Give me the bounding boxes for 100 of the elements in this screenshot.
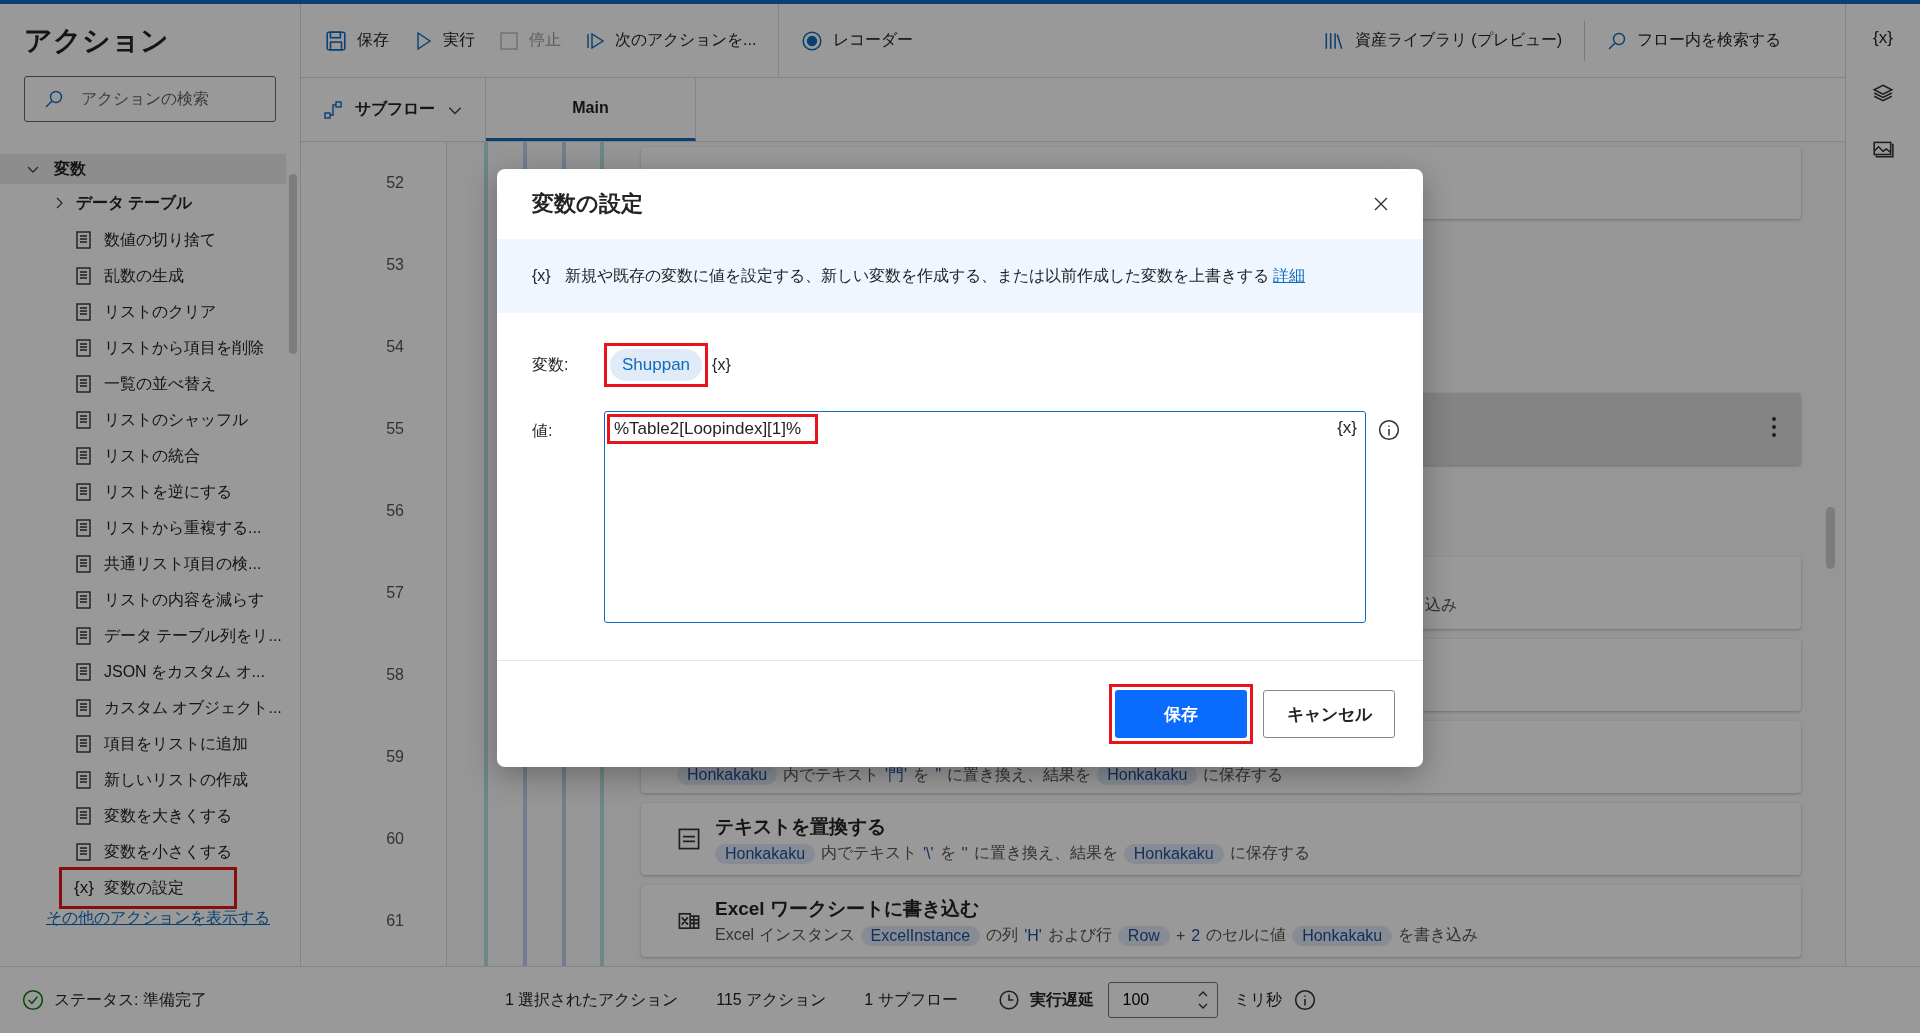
literal-text: '門'	[885, 764, 908, 785]
list-icon	[74, 410, 94, 430]
literal-text: ''	[935, 766, 942, 784]
action-item[interactable]: リストから重複する...	[0, 510, 300, 546]
action-card[interactable]: Excel ワークシートに書き込む Excel インスタンス ExcelInstance の列 'H' および行 Row + 2 のセルに値 Honkakaku を書き込み	[641, 885, 1801, 957]
toolbar-button[interactable]: 次のアクションを...	[573, 30, 769, 51]
description-text: に保存する	[1229, 843, 1310, 863]
panel-title: アクション	[23, 24, 170, 58]
search-icon	[1607, 30, 1627, 51]
description-text: を	[939, 843, 956, 863]
action-item[interactable]: 変数を小さくする	[0, 834, 300, 870]
line-number: 61	[386, 912, 404, 930]
search-icon	[44, 89, 64, 109]
save-button[interactable]: 保存	[1115, 690, 1247, 738]
list-icon	[74, 734, 94, 754]
scrollbar-thumb[interactable]	[289, 174, 297, 354]
flow-tab[interactable]: Main	[486, 78, 696, 141]
variables-button[interactable]: {x}	[1873, 28, 1893, 48]
action-item[interactable]: リストの内容を減らす	[0, 582, 300, 618]
variable-picker[interactable]: {x}	[1337, 418, 1357, 438]
save-icon[interactable]	[325, 29, 347, 52]
info-icon[interactable]	[1293, 989, 1316, 1011]
info-icon[interactable]	[1378, 419, 1400, 441]
line-number: 54	[386, 338, 404, 356]
record-icon[interactable]	[801, 29, 824, 52]
action-item[interactable]: カスタム オブジェクト...	[0, 690, 300, 726]
list-icon	[74, 698, 94, 718]
field-value: %Table2[Loopindex][1]%	[613, 418, 803, 440]
action-item[interactable]: 一覧の並べ替え	[0, 366, 300, 402]
scrollbar-thumb[interactable]	[1826, 507, 1835, 569]
action-title: Excel ワークシートに書き込む	[715, 897, 980, 921]
action-item[interactable]: 項目をリストに追加	[0, 726, 300, 762]
list-icon	[74, 302, 94, 322]
list-icon	[74, 770, 94, 790]
toolbar-button[interactable]: 保存	[313, 29, 401, 52]
variable-picker[interactable]: {x}	[712, 356, 731, 374]
layers-icon[interactable]	[1872, 82, 1894, 104]
delay-label: 実行遅延	[1029, 989, 1094, 1010]
subflow-icon	[323, 99, 343, 120]
variable-token: Honkakaku	[1123, 843, 1224, 864]
description-text: に保存する	[1203, 764, 1284, 785]
literal-text: 'H'	[1024, 926, 1042, 945]
line-number: 52	[386, 174, 404, 192]
action-item[interactable]: 共通リスト項目の検...	[0, 546, 300, 582]
action-item[interactable]: リストを逆にする	[0, 474, 300, 510]
more-actions-link[interactable]: その他のアクションを表示する	[46, 908, 300, 929]
description-text: を	[913, 764, 930, 785]
action-item[interactable]: 新しいリストの作成	[0, 762, 300, 798]
variable-glyph: {x}	[74, 878, 94, 898]
description-text: に置き換え、結果を	[947, 764, 1092, 785]
line-number: 58	[386, 666, 404, 684]
literal-text: '\'	[923, 844, 934, 863]
variable-token: ExcelInstance	[860, 925, 981, 946]
description-text: Excel インスタンス	[715, 925, 855, 945]
field-label: 値:	[532, 421, 554, 441]
toolbar-button[interactable]: レコーダー	[789, 29, 926, 52]
tree-group[interactable]: 変数	[0, 154, 286, 184]
list-icon	[74, 482, 94, 502]
description-text: 内でテキスト	[821, 843, 918, 863]
status-text: ステータス: 準備完了	[54, 989, 207, 1010]
description-text: の列	[986, 925, 1019, 945]
action-item[interactable]: データ テーブル列をリ...	[0, 618, 300, 654]
description-text: 内でテキスト	[783, 764, 880, 785]
value-field[interactable]: %Table2[Loopindex][1]% {x}	[604, 411, 1366, 623]
count-text: 1 サブフロー	[864, 989, 958, 1010]
action-item[interactable]: リストのシャッフル	[0, 402, 300, 438]
action-item[interactable]: リストの統合	[0, 438, 300, 474]
action-card[interactable]: テキストを置換する Honkakaku 内でテキスト '\' を '' に置き換え、結果を Honkakaku に保存する	[641, 803, 1801, 875]
toolbar-button[interactable]: 実行	[401, 30, 487, 51]
list-icon	[74, 230, 94, 250]
cancel-button[interactable]: キャンセル	[1263, 690, 1395, 738]
delay-field[interactable]: 100	[1107, 982, 1218, 1018]
variable-token: Row	[1117, 925, 1170, 946]
list-icon	[74, 662, 94, 682]
toolbar-button[interactable]: フロー内を検索する	[1595, 30, 1845, 51]
line-number: 53	[386, 256, 404, 274]
dialog-title: 変数の設定	[532, 190, 643, 218]
info-text: 新規や既存の変数に値を設定する、新しい変数を作成する、または以前作成した変数を上書きする 詳細	[564, 265, 1306, 286]
check-circle-icon	[22, 989, 44, 1011]
group-label: 変数	[54, 158, 86, 179]
spinner-arrows-icon[interactable]	[1196, 989, 1209, 1011]
toolbar-button[interactable]: 資産ライブラリ (プレビュー)	[1310, 29, 1574, 52]
step-icon[interactable]	[585, 30, 605, 51]
action-item[interactable]: 変数を大きくする	[0, 798, 300, 834]
variable-token: Honkakaku	[677, 765, 778, 785]
tree-item[interactable]: データ テーブル	[76, 192, 193, 214]
list-icon	[74, 266, 94, 286]
details-link[interactable]: 詳細	[1273, 266, 1306, 284]
search-field[interactable]: アクションの検索	[24, 76, 276, 122]
action-item[interactable]: {x} 変数の設定	[62, 870, 234, 906]
list-icon	[74, 554, 94, 574]
description-text: に置き換え、結果を	[973, 843, 1118, 863]
literal-text: ''	[961, 844, 968, 863]
clock-icon	[997, 989, 1020, 1011]
list-icon	[74, 590, 94, 610]
variable-token[interactable]: Shuppan	[610, 349, 703, 381]
text-icon	[677, 827, 701, 851]
action-item[interactable]: JSON をカスタム オ...	[0, 654, 300, 690]
more-icon[interactable]	[1771, 416, 1777, 438]
line-number: 57	[386, 584, 404, 602]
